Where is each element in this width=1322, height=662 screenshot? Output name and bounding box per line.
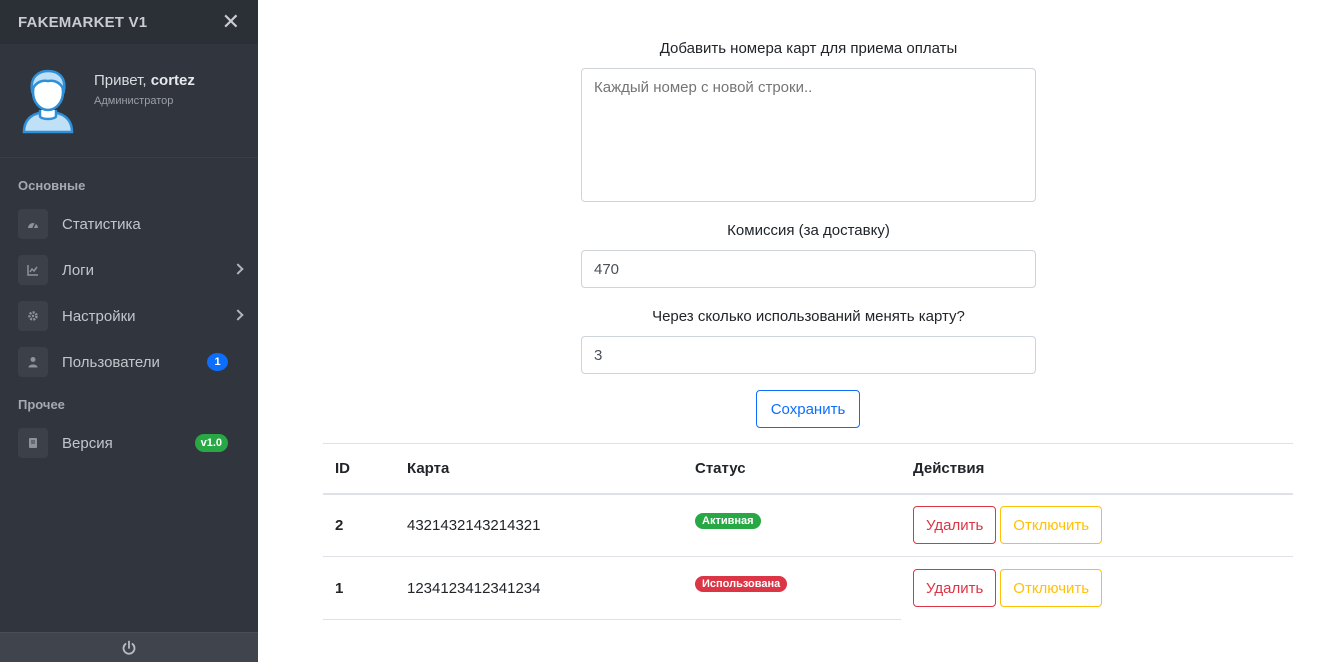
section-title-other: Прочее <box>18 397 65 412</box>
username: cortez <box>150 72 195 89</box>
chevron-right-icon <box>232 309 244 321</box>
row-id: 2 <box>323 493 395 557</box>
user-panel: Привет, cortez Администратор <box>0 44 258 158</box>
commission-label: Комиссия (за доставку) <box>727 222 890 239</box>
status-badge: Активная <box>695 513 761 530</box>
sidebar-item-statistics[interactable]: Статистика <box>0 201 258 247</box>
sidebar-item-label: Пользователи <box>62 353 160 371</box>
table-header-row: ID Карта Статус Действия <box>323 443 1293 495</box>
cards-textarea[interactable] <box>581 68 1036 202</box>
column-header-id: ID <box>323 443 395 495</box>
rotate-input[interactable] <box>581 336 1036 374</box>
sidebar-item-label: Статистика <box>62 215 141 233</box>
sidebar-item-label: Логи <box>62 261 95 279</box>
table-row: 2 4321432143214321 Активная Удалить Отклю… <box>323 493 1293 557</box>
gear-icon <box>18 301 48 331</box>
main-content: Добавить номера карт для приема оплаты К… <box>258 0 1322 662</box>
cards-label: Добавить номера карт для приема оплаты <box>659 40 958 57</box>
version-badge: v1.0 <box>194 434 228 452</box>
sidebar-item-label: Настройки <box>62 307 136 325</box>
section-title-main: Основные <box>18 178 86 193</box>
disable-button[interactable]: Отключить <box>1000 569 1103 608</box>
brand-title: FAKEMARKET V1 <box>18 13 148 31</box>
row-card: 1234123412341234 <box>395 556 683 620</box>
power-icon[interactable] <box>121 640 137 656</box>
delete-button[interactable]: Удалить <box>913 506 997 545</box>
status-badge: Использована <box>695 576 788 592</box>
row-actions: Удалить Отключить <box>901 493 1293 557</box>
avatar <box>22 69 74 134</box>
sidebar: FAKEMARKET V1 ✕ Привет, cortez Администр… <box>0 0 258 662</box>
delete-button[interactable]: Удалить <box>913 569 997 608</box>
row-id: 1 <box>323 556 395 620</box>
column-header-status: Статус <box>683 443 901 495</box>
sidebar-item-settings[interactable]: Настройки <box>0 293 258 339</box>
close-icon[interactable]: ✕ <box>222 11 240 33</box>
table-row: 1 1234123412341234 Использована Удалить О… <box>323 556 1293 620</box>
sidebar-item-users[interactable]: Пользователи 1 <box>0 339 258 385</box>
save-button[interactable]: Сохранить <box>756 390 860 428</box>
greeting-prefix: Привет, <box>94 72 151 89</box>
rotate-label: Через сколько использований менять карту… <box>652 308 965 325</box>
commission-input[interactable] <box>581 250 1036 288</box>
sidebar-item-logs[interactable]: Логи <box>0 247 258 293</box>
row-card: 4321432143214321 <box>395 493 683 557</box>
cards-table: ID Карта Статус Действия 2 4321432143214… <box>323 443 1293 620</box>
sidebar-item-label: Версия <box>62 434 113 452</box>
disable-button[interactable]: Отключить <box>1000 506 1103 545</box>
sidebar-brand: FAKEMARKET V1 ✕ <box>0 0 258 44</box>
chart-icon <box>18 255 48 285</box>
user-role: Администратор <box>94 95 174 107</box>
dashboard-icon <box>18 209 48 239</box>
user-greeting: Привет, cortez <box>94 72 195 89</box>
users-count-badge: 1 <box>207 353 228 371</box>
column-header-actions: Действия <box>901 443 1293 495</box>
user-icon <box>18 347 48 377</box>
sidebar-footer <box>0 632 258 662</box>
book-icon <box>18 428 48 458</box>
sidebar-item-version[interactable]: Версия v1.0 <box>0 420 258 466</box>
row-status-cell: Использована <box>683 556 901 620</box>
chevron-right-icon <box>232 263 244 275</box>
row-status-cell: Активная <box>683 493 901 557</box>
row-actions: Удалить Отключить <box>901 557 1293 620</box>
column-header-card: Карта <box>395 443 683 495</box>
